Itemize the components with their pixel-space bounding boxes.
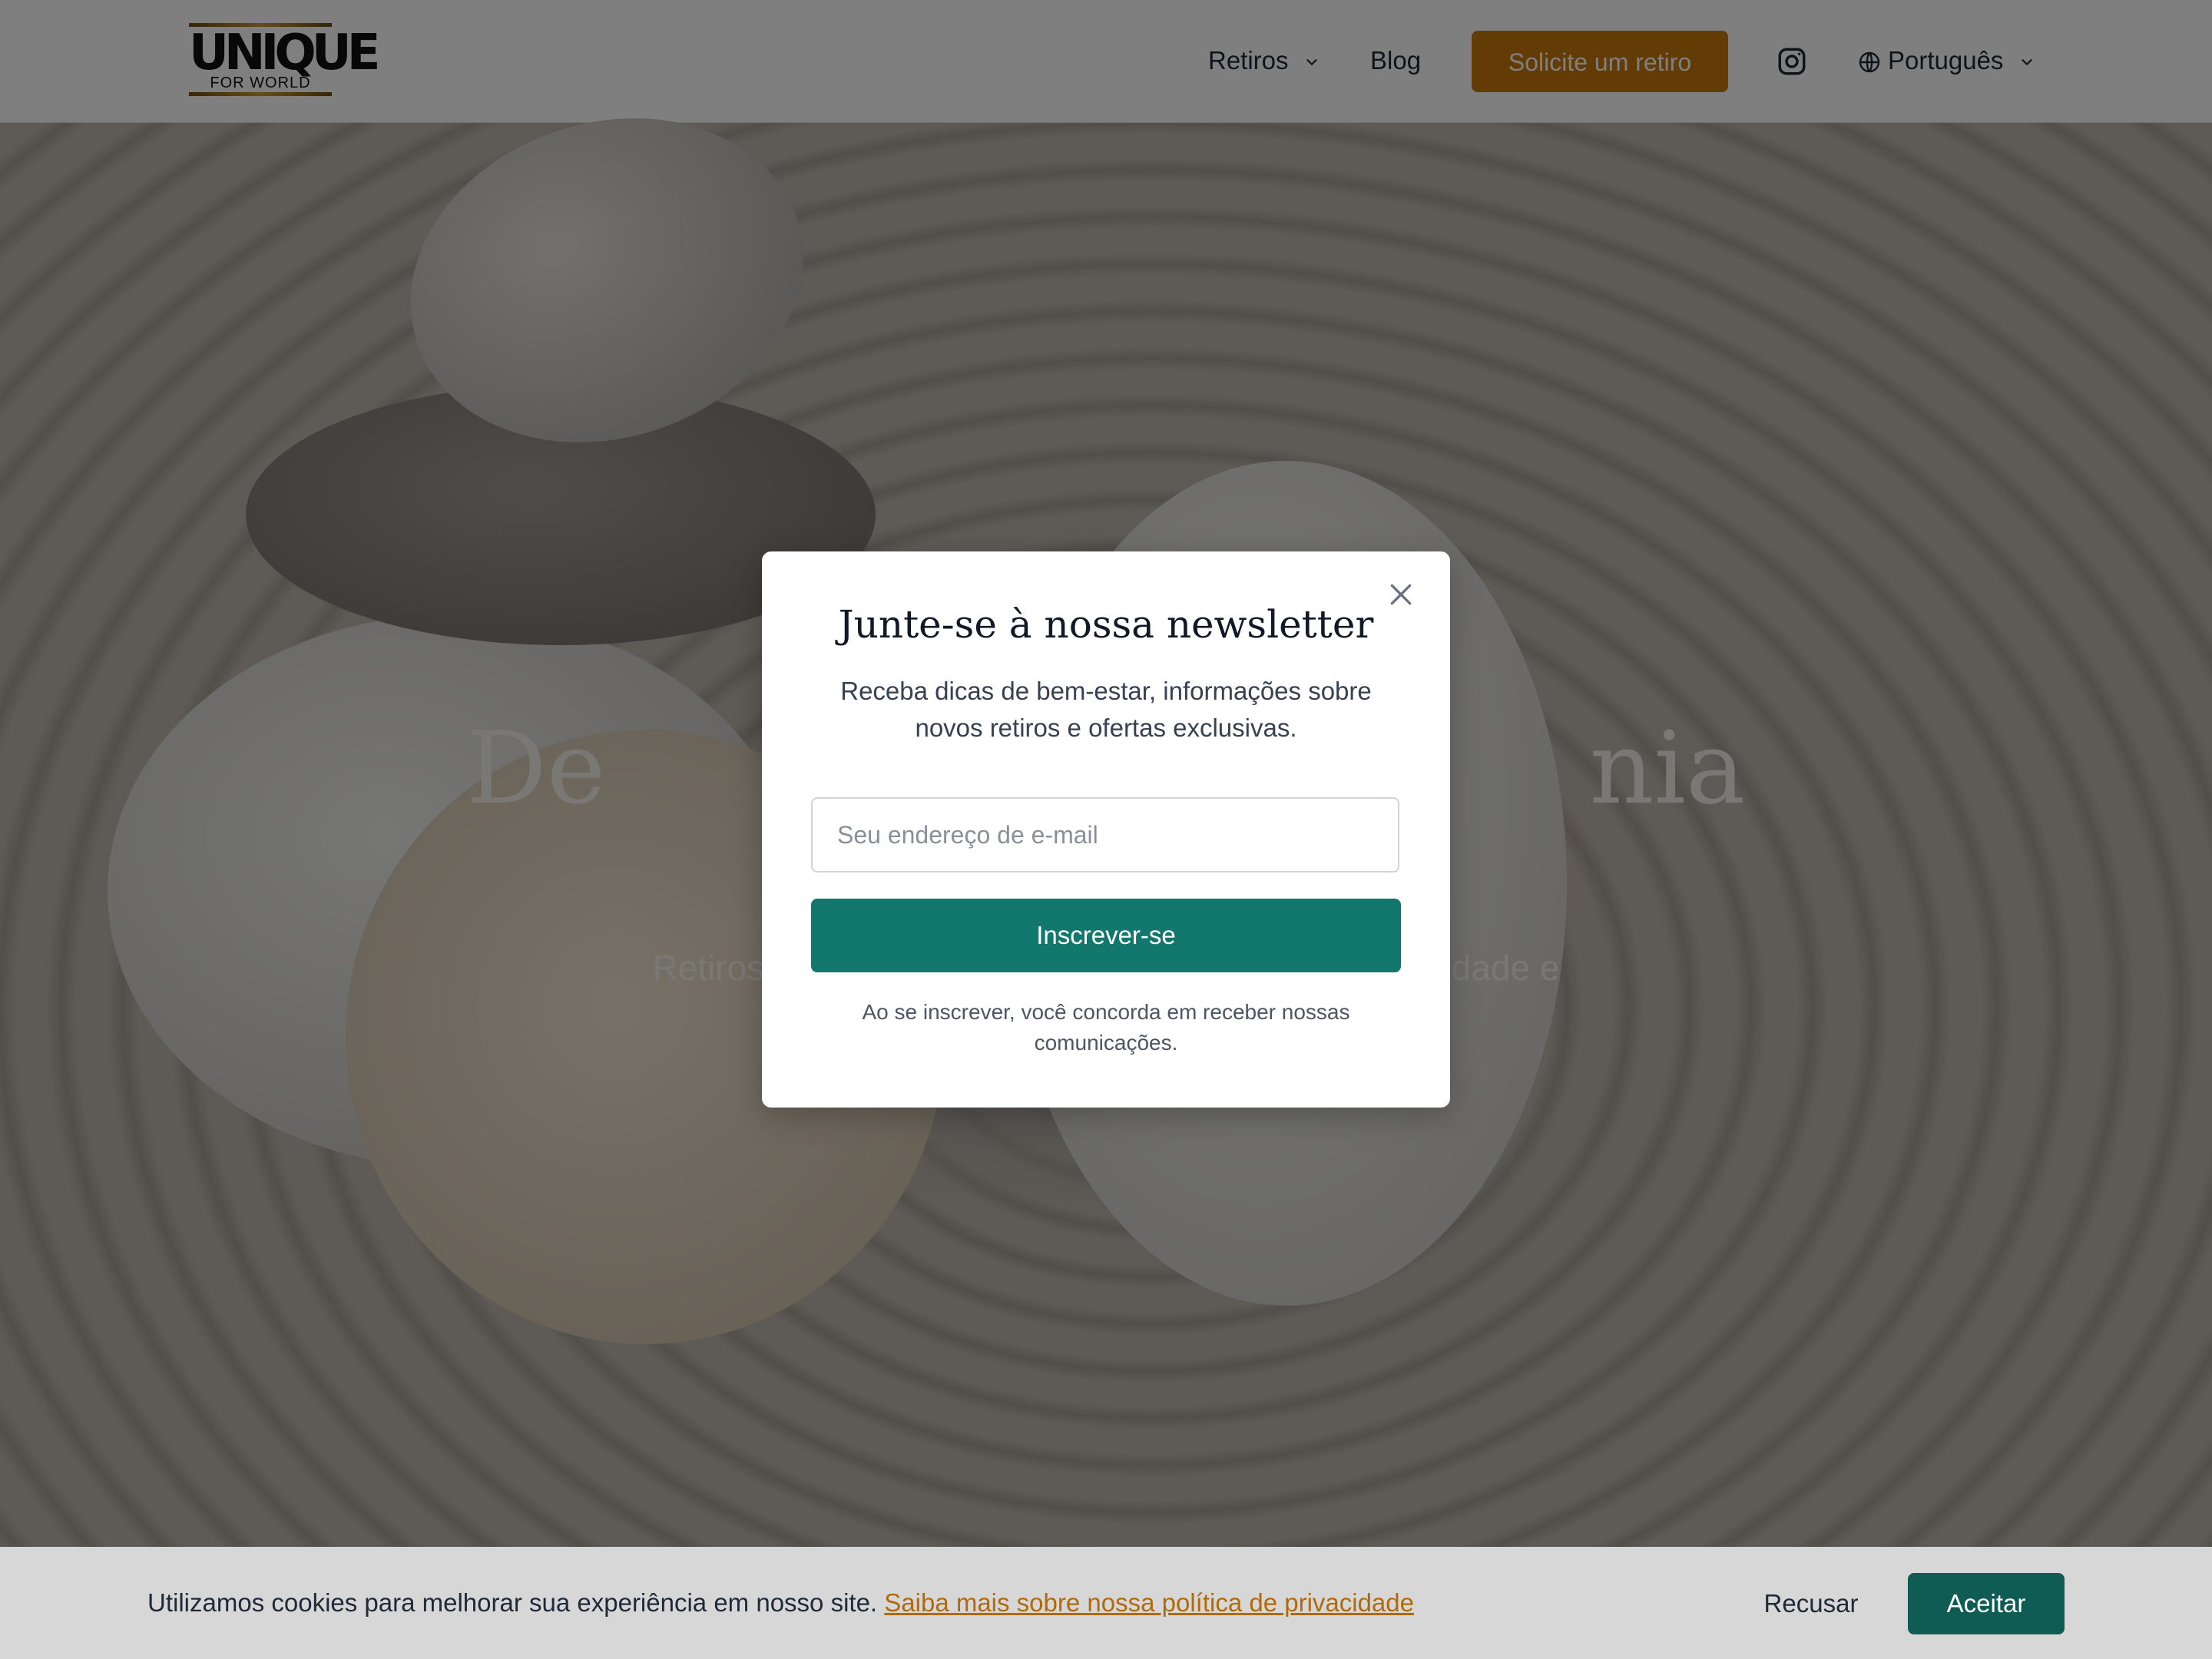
- modal-title: Junte-se à nossa newsletter: [838, 602, 1374, 647]
- modal-disclaimer: Ao se inscrever, você concorda em recebe…: [862, 1000, 1350, 1055]
- accept-cookies-button[interactable]: Aceitar: [1908, 1573, 2065, 1634]
- cookie-banner: Utilizamos cookies para melhorar sua exp…: [0, 1547, 2212, 1659]
- subscribe-button[interactable]: Inscrever-se: [811, 899, 1401, 972]
- decline-cookies-button[interactable]: Recusar: [1743, 1581, 1879, 1627]
- modal-description: Receba dicas de bem-estar, informações s…: [840, 677, 1372, 742]
- email-field[interactable]: [811, 797, 1399, 873]
- newsletter-modal: Junte-se à nossa newsletter Receba dicas…: [762, 551, 1450, 1108]
- cookie-text: Utilizamos cookies para melhorar sua exp…: [147, 1588, 878, 1617]
- cookie-message: Utilizamos cookies para melhorar sua exp…: [147, 1585, 1414, 1621]
- privacy-policy-link[interactable]: Saiba mais sobre nossa política de priva…: [884, 1588, 1414, 1617]
